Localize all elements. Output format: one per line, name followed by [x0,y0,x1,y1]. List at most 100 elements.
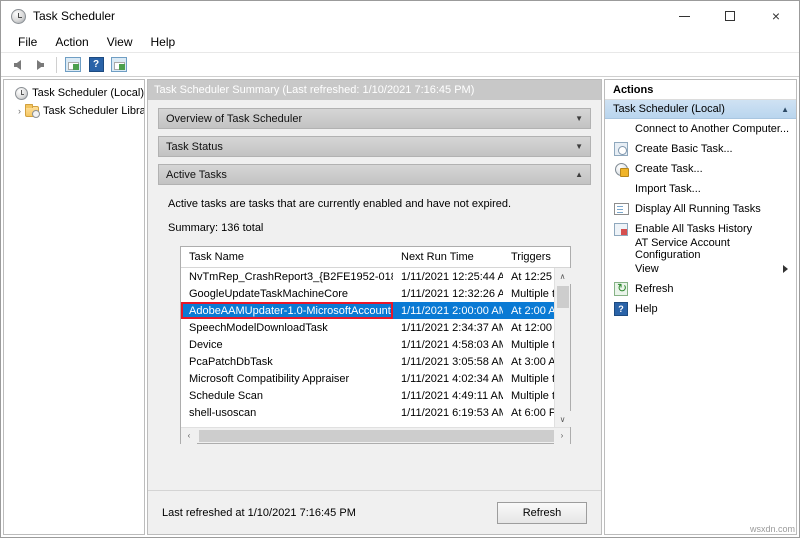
title-bar-left: Task Scheduler [1,9,115,24]
summary-content: Overview of Task Scheduler ▼ Task Status… [148,100,601,490]
help-icon: ? [89,57,104,72]
action-connect-to-another-computer[interactable]: Connect to Another Computer... [605,119,796,139]
summary-pane: Task Scheduler Summary (Last refreshed: … [147,79,602,535]
scroll-up-button[interactable]: ∧ [555,268,571,284]
chevron-right-icon[interactable]: › [18,106,21,116]
console-tree-pane: Task Scheduler (Local) › Task Scheduler … [3,79,145,535]
cell-next-run-time: 1/11/2021 4:02:34 AM [393,373,503,385]
maximize-icon [725,11,735,21]
clock-icon [11,9,26,24]
toolbar-help-button[interactable]: ? [86,55,106,75]
close-icon: × [772,9,780,23]
toolbar-show-console-tree-button[interactable] [63,55,83,75]
action-import-task[interactable]: Import Task... [605,179,796,199]
table-horizontal-scrollbar[interactable]: ‹ › [181,427,570,443]
table-row[interactable]: Schedule Scan 1/11/2021 4:49:11 AM Multi… [181,387,554,404]
cell-next-run-time: 1/11/2021 3:05:58 AM [393,356,503,368]
chevron-up-icon[interactable]: ▲ [781,105,789,114]
action-label: AT Service Account Configuration [635,237,796,261]
section-task-status[interactable]: Task Status ▼ [158,136,591,157]
scroll-down-button[interactable]: ∨ [555,411,571,427]
cell-triggers: Multiple trigg [503,390,554,402]
minimize-button[interactable] [661,1,707,31]
show-hide-action-pane-icon [111,57,127,72]
section-label: Task Status [166,141,223,153]
scroll-right-button[interactable]: › [554,428,570,444]
table-header-row: Task Name Next Run Time Triggers [181,247,570,268]
toolbar: ? [1,53,799,77]
menu-item-action[interactable]: Action [46,33,97,51]
tree-item-task-scheduler-library[interactable]: › Task Scheduler Library [4,102,144,120]
section-label: Active Tasks [166,169,227,181]
table-vertical-scrollbar[interactable]: ∧ ∨ [554,268,570,427]
active-tasks-summary: Summary: 136 total [168,222,581,234]
chevron-down-icon[interactable]: ▼ [575,142,583,151]
vertical-scroll-thumb[interactable] [557,286,569,308]
window-controls: × [661,1,799,31]
watermark: wsxdn.com [750,524,795,534]
help-icon: ? [613,301,629,317]
table-row-selected[interactable]: AdobeAAMUpdater-1.0-MicrosoftAccount-pi.… [181,302,554,319]
chevron-down-icon[interactable]: ▼ [575,114,583,123]
cell-next-run-time: 1/11/2021 4:49:11 AM [393,390,503,402]
chevron-up-icon[interactable]: ▲ [575,170,583,179]
table-row[interactable]: shell-usoscan 1/11/2021 6:19:53 AM At 6:… [181,404,554,421]
table-row[interactable]: Device 1/11/2021 4:58:03 AM Multiple tri… [181,336,554,353]
table-row[interactable]: GoogleUpdateTaskMachineCore 1/11/2021 12… [181,285,554,302]
refresh-button[interactable]: Refresh [497,502,587,524]
action-label: Create Basic Task... [635,143,733,155]
close-button[interactable]: × [753,1,799,31]
menu-item-view[interactable]: View [98,33,142,51]
scroll-left-button[interactable]: ‹ [181,428,197,444]
minimize-icon [679,16,690,17]
action-help[interactable]: ? Help [605,299,796,319]
action-label: Display All Running Tasks [635,203,761,215]
horizontal-scroll-thumb[interactable] [199,430,554,442]
last-refreshed-status: Last refreshed at 1/10/2021 7:16:45 PM [162,507,356,519]
action-create-task[interactable]: Create Task... [605,159,796,179]
column-header-task-name[interactable]: Task Name [181,251,393,263]
table-row[interactable]: PcaPatchDbTask 1/11/2021 3:05:58 AM At 3… [181,353,554,370]
menu-bar: File Action View Help [1,31,799,53]
back-arrow-icon [14,60,21,70]
actions-pane: Actions Task Scheduler (Local) ▲ Connect… [604,79,797,535]
section-label: Overview of Task Scheduler [166,113,302,125]
maximize-button[interactable] [707,1,753,31]
cell-triggers: Multiple trigg [503,373,554,385]
cell-task-name: Device [181,339,393,351]
action-refresh[interactable]: Refresh [605,279,796,299]
action-enable-all-tasks-history[interactable]: Enable All Tasks History [605,219,796,239]
table-row[interactable]: Microsoft Compatibility Appraiser 1/11/2… [181,370,554,387]
action-view[interactable]: View [605,259,796,279]
cell-next-run-time: 1/11/2021 12:25:44 AM [393,271,503,283]
toolbar-separator [56,57,57,73]
action-at-service-account-configuration[interactable]: AT Service Account Configuration [605,239,796,259]
column-header-next-run-time[interactable]: Next Run Time [393,251,503,263]
summary-header: Task Scheduler Summary (Last refreshed: … [148,80,601,100]
cell-next-run-time: 1/11/2021 6:19:53 AM [393,407,503,419]
cell-task-name: GoogleUpdateTaskMachineCore [181,288,393,300]
tree-item-task-scheduler-local[interactable]: Task Scheduler (Local) [4,84,144,102]
actions-group-header[interactable]: Task Scheduler (Local) ▲ [605,100,796,119]
no-icon [613,241,629,257]
section-active-tasks[interactable]: Active Tasks ▲ [158,164,591,185]
table-body-wrapper: NvTmRep_CrashReport3_{B2FE1952-0186-46C.… [181,268,570,427]
table-row[interactable]: SpeechModelDownloadTask 1/11/2021 2:34:3… [181,319,554,336]
toolbar-forward-button[interactable] [30,55,50,75]
action-display-all-running-tasks[interactable]: Display All Running Tasks [605,199,796,219]
toolbar-show-action-pane-button[interactable] [109,55,129,75]
section-overview-of-task-scheduler[interactable]: Overview of Task Scheduler ▼ [158,108,591,129]
table-row[interactable]: NvTmRep_CrashReport3_{B2FE1952-0186-46C.… [181,268,554,285]
menu-item-help[interactable]: Help [142,33,185,51]
toolbar-back-button[interactable] [7,55,27,75]
task-scheduler-window: Task Scheduler × File Action View Help ? [0,0,800,538]
display-running-tasks-icon [613,201,629,217]
action-create-basic-task[interactable]: Create Basic Task... [605,139,796,159]
no-icon [613,261,629,277]
create-task-icon [613,161,629,177]
menu-item-file[interactable]: File [9,33,46,51]
summary-footer: Last refreshed at 1/10/2021 7:16:45 PM R… [148,490,601,534]
refresh-icon [613,281,629,297]
column-header-triggers[interactable]: Triggers [503,251,554,263]
cell-task-name: Microsoft Compatibility Appraiser [181,373,393,385]
